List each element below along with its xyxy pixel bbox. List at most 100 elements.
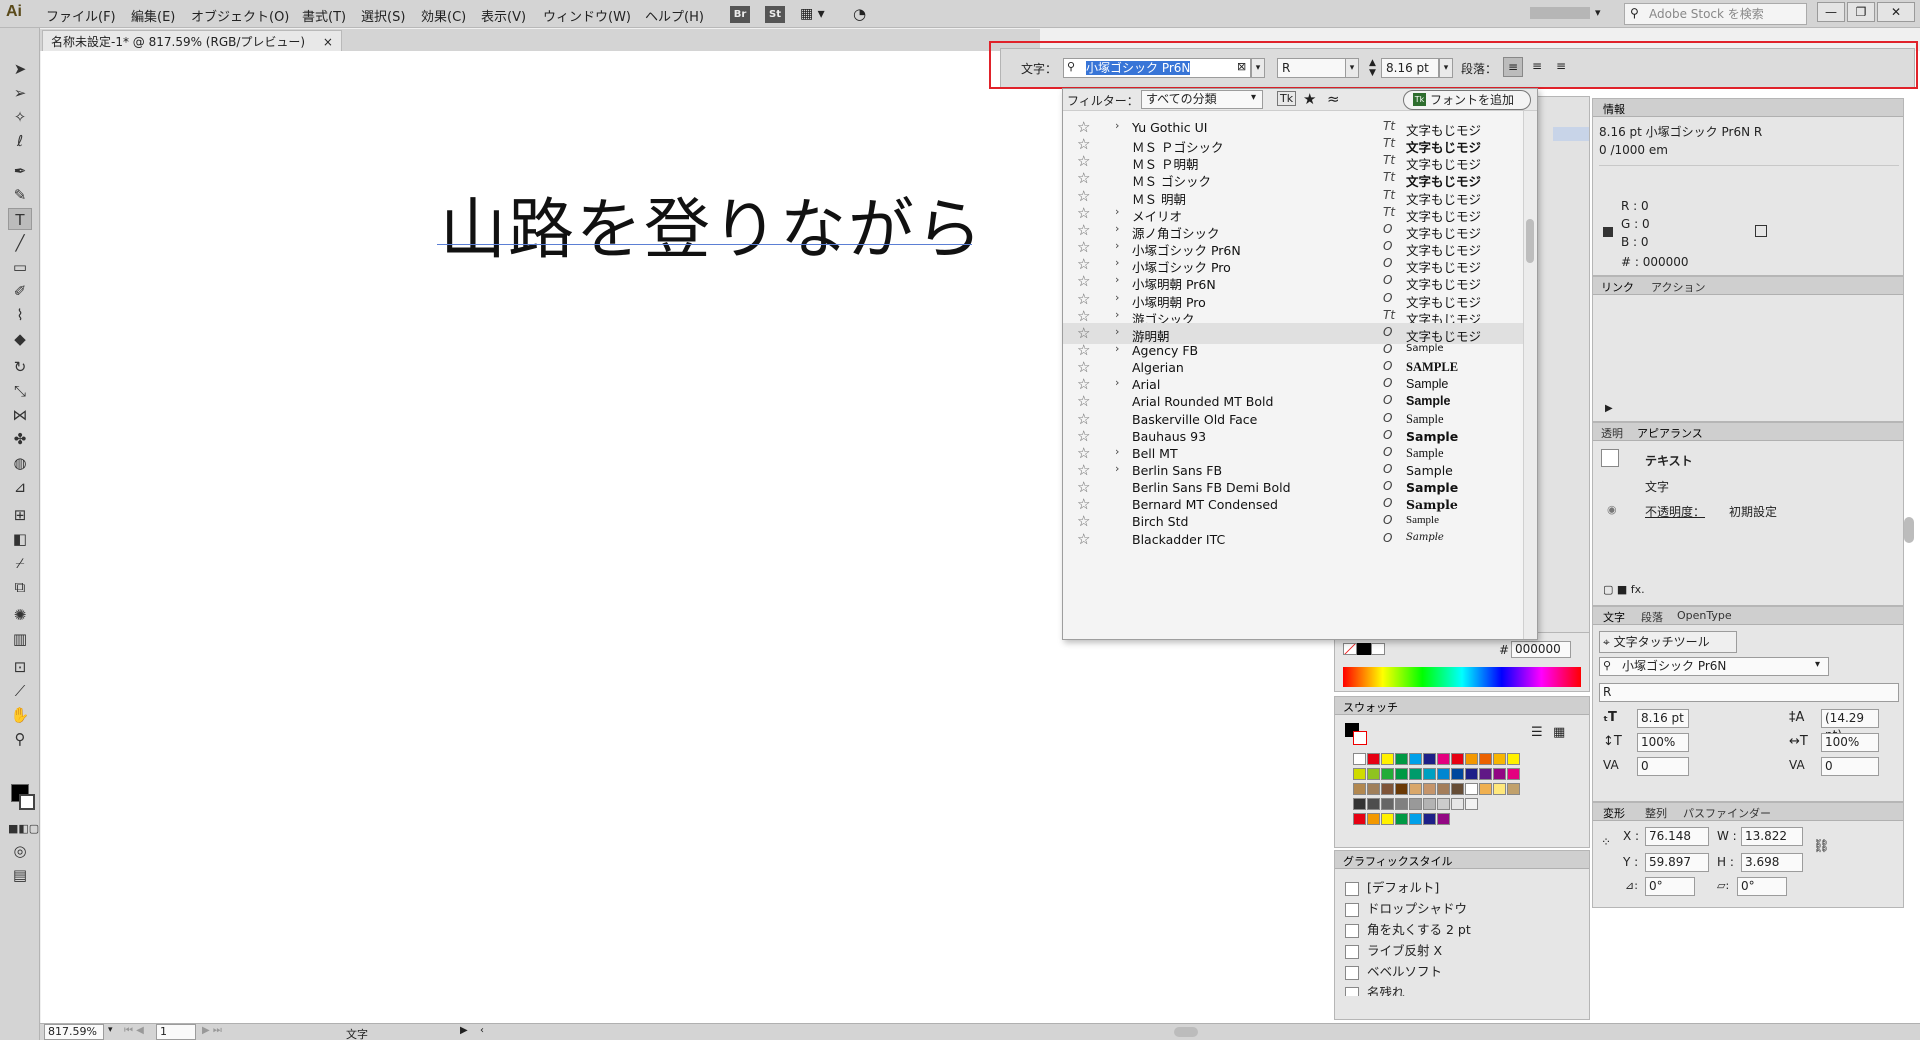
canvas-text-object[interactable]: 山路を登りながら (440, 176, 984, 272)
tab-info[interactable]: 情報 (1603, 101, 1625, 117)
screen-mode-icon[interactable]: ▤ (8, 864, 32, 886)
kerning-field[interactable]: 0 (1637, 757, 1689, 776)
color-swatch[interactable] (1465, 783, 1478, 795)
direct-selection-tool-icon[interactable]: ➢ (8, 82, 32, 104)
color-swatch[interactable] (1451, 768, 1464, 780)
expand-chevron-icon[interactable]: › (1115, 462, 1119, 475)
mesh-tool-icon[interactable]: ⊞ (8, 504, 32, 526)
document-tab[interactable]: 名称未設定-1* @ 817.59% (RGB/プレビュー) × (42, 30, 342, 51)
eye-icon[interactable]: ◉ (1607, 503, 1617, 516)
chevron-down-icon[interactable]: ▾ (108, 1025, 113, 1035)
column-graph-tool-icon[interactable]: ▥ (8, 628, 32, 650)
slice-tool-icon[interactable]: ⟋ (8, 680, 32, 702)
expand-chevron-icon[interactable]: › (1115, 445, 1119, 458)
first-artboard-icon[interactable]: ⏮ ◀ (124, 1025, 144, 1036)
color-swatch[interactable] (1437, 798, 1450, 810)
list-view-icon[interactable]: ☰ (1531, 725, 1543, 740)
tab-transparency[interactable]: 透明 (1601, 425, 1623, 441)
expand-chevron-icon[interactable]: › (1115, 205, 1119, 218)
color-swatch[interactable] (1353, 768, 1366, 780)
vertical-scale-field[interactable]: 100% (1637, 733, 1689, 752)
stock-icon[interactable]: St (765, 6, 785, 23)
color-swatch[interactable] (1451, 783, 1464, 795)
color-swatch[interactable] (1409, 753, 1422, 765)
color-swatch[interactable] (1465, 768, 1478, 780)
perspective-grid-tool-icon[interactable]: ⊿ (8, 476, 32, 498)
puppet-warp-tool-icon[interactable]: ✤ (8, 428, 32, 450)
color-swatch[interactable] (1437, 753, 1450, 765)
color-swatch[interactable] (1367, 783, 1380, 795)
color-swatch[interactable] (1493, 768, 1506, 780)
graphic-style-item[interactable]: [デフォルト] (1345, 877, 1439, 897)
color-swatch[interactable] (1451, 798, 1464, 810)
workspace-switcher-icon[interactable]: ▦ ▾ (800, 6, 825, 22)
expand-chevron-icon[interactable]: › (1115, 325, 1119, 338)
color-swatch[interactable] (1381, 768, 1394, 780)
chevron-down-icon[interactable]: ▾ (1815, 659, 1820, 670)
status-menu-arrow[interactable]: ▶ (460, 1025, 468, 1036)
tab-links[interactable]: リンク (1601, 279, 1634, 295)
tracking-field[interactable]: 0 (1821, 757, 1879, 776)
rectangle-tool-icon[interactable]: ▭ (8, 256, 32, 278)
grid-view-icon[interactable]: ▦ (1553, 725, 1565, 740)
color-swatch[interactable] (1381, 753, 1394, 765)
menu-effect[interactable]: 効果(C) (421, 6, 466, 25)
hex-field[interactable]: 000000 (1511, 641, 1571, 658)
color-swatch[interactable] (1437, 783, 1450, 795)
color-swatch[interactable] (1353, 813, 1366, 825)
chevron-down-icon[interactable]: ▾ (1251, 92, 1256, 103)
color-swatch[interactable] (1479, 753, 1492, 765)
y-field[interactable]: 59.897 mm (1645, 853, 1709, 872)
color-swatch[interactable] (1423, 813, 1436, 825)
scroll-left-icon[interactable]: ‹ (480, 1025, 484, 1036)
add-stroke-icon[interactable]: ▢ ■ fx. (1603, 583, 1645, 596)
font-list-scrollbar[interactable] (1523, 111, 1537, 639)
color-mode-icon[interactable]: ■◧▢ (8, 818, 39, 840)
pen-tool-icon[interactable]: ✒ (8, 160, 32, 182)
appearance-characters-item[interactable]: 文字 (1645, 478, 1669, 495)
type-tool-icon[interactable]: T (8, 208, 32, 230)
magic-wand-tool-icon[interactable]: ✧ (8, 106, 32, 128)
workspace-name[interactable] (1530, 7, 1590, 19)
symbol-sprayer-tool-icon[interactable]: ✺ (8, 604, 32, 626)
color-swatch[interactable] (1493, 753, 1506, 765)
vertical-scrollbar-thumb[interactable] (1904, 517, 1914, 543)
hand-tool-icon[interactable]: ✋ (8, 704, 32, 726)
character-font-field[interactable]: 小塚ゴシック Pr6N (1599, 657, 1829, 676)
close-tab-icon[interactable]: × (323, 35, 333, 49)
color-spectrum[interactable] (1343, 667, 1581, 687)
restore-button[interactable]: ❐ (1847, 2, 1875, 22)
zoom-level-field[interactable]: 817.59% (44, 1024, 104, 1040)
touch-type-tool-button[interactable]: ⌖ 文字タッチツール (1599, 631, 1737, 653)
tab-actions[interactable]: アクション (1651, 279, 1705, 295)
color-swatch[interactable] (1367, 768, 1380, 780)
color-swatch[interactable] (1479, 783, 1492, 795)
color-swatch[interactable] (1395, 783, 1408, 795)
rotate-field[interactable]: 0° (1645, 877, 1695, 896)
font-size-field[interactable]: 8.16 pt (1637, 709, 1689, 728)
expand-arrow-icon[interactable]: ▶ (1605, 403, 1613, 414)
none-color-icon[interactable] (1343, 643, 1357, 655)
line-tool-icon[interactable]: ╱ (8, 232, 32, 254)
selection-tool-icon[interactable]: ➤ (8, 58, 32, 80)
tab-pathfinder[interactable]: パスファインダー (1683, 805, 1771, 821)
height-field[interactable]: 3.698 mm (1741, 853, 1803, 872)
graphic-style-item[interactable]: ベベルソフト (1345, 961, 1442, 981)
curvature-tool-icon[interactable]: ✎ (8, 184, 32, 206)
close-window-button[interactable]: ✕ (1877, 2, 1915, 22)
stroke-color-swatch[interactable] (19, 794, 35, 810)
color-swatch[interactable] (1395, 753, 1408, 765)
next-artboard-icon[interactable]: ▶ ⏭ (202, 1025, 222, 1036)
color-swatch[interactable] (1367, 798, 1380, 810)
eraser-tool-icon[interactable]: ◆ (8, 328, 32, 350)
zoom-tool-icon[interactable]: ⚲ (8, 728, 32, 750)
color-swatch[interactable] (1353, 783, 1366, 795)
bridge-icon[interactable]: Br (730, 6, 750, 23)
menu-window[interactable]: ウィンドウ(W) (543, 6, 631, 25)
eyedropper-tool-icon[interactable]: ⌿ (8, 552, 32, 574)
opacity-label[interactable]: 不透明度： (1645, 503, 1705, 520)
color-swatch[interactable] (1409, 798, 1422, 810)
menu-type[interactable]: 書式(T) (302, 6, 346, 25)
stock-search-input[interactable]: Adobe Stock を検索 (1624, 3, 1807, 25)
tab-transform[interactable]: 変形 (1603, 805, 1625, 821)
